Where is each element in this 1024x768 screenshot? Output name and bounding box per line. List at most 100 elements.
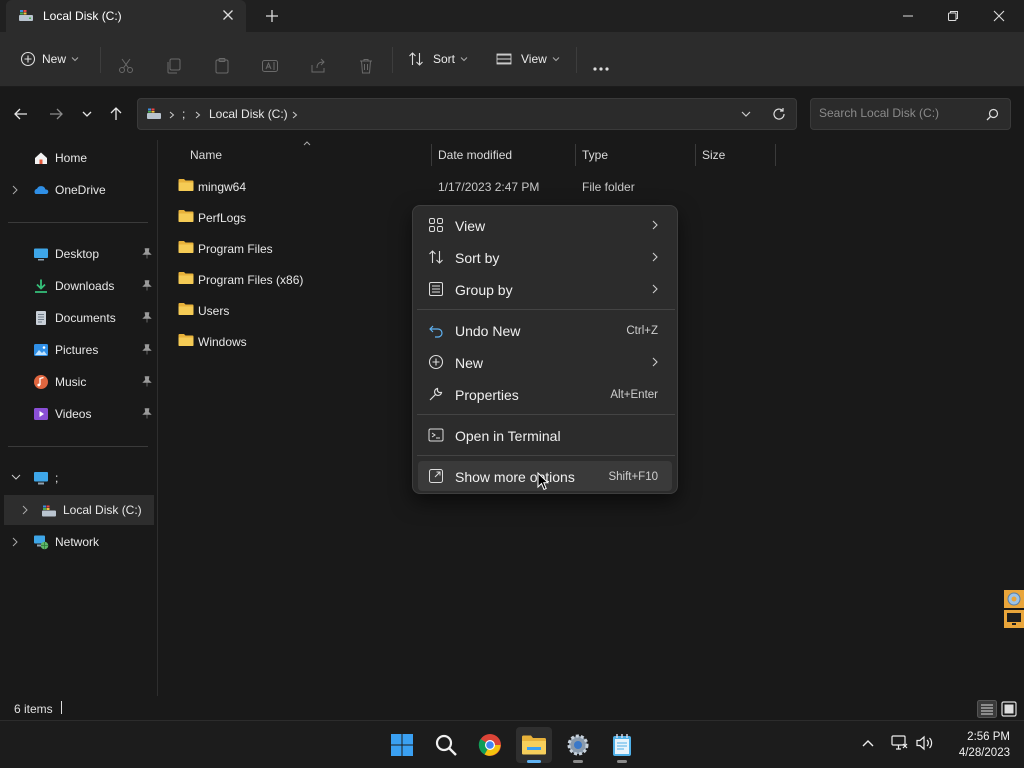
toolbar-divider: [100, 47, 101, 73]
home-icon: [35, 152, 47, 164]
sidebar-item-desktop[interactable]: Desktop: [4, 239, 154, 269]
search-input[interactable]: [819, 106, 979, 120]
sidebar-item-documents[interactable]: Documents: [4, 303, 154, 333]
chevron-right-icon[interactable]: [22, 505, 28, 515]
list-item[interactable]: mingw64 1/17/2023 2:47 PM File folder: [175, 172, 775, 200]
file-name: PerfLogs: [198, 211, 247, 225]
more-icon[interactable]: [591, 54, 611, 84]
sidebar-item-network[interactable]: Network: [4, 527, 154, 557]
chevron-right-icon[interactable]: [12, 537, 18, 547]
menu-item-open-in-terminal[interactable]: Open in Terminal: [418, 420, 672, 450]
file-explorer-icon: [522, 735, 546, 755]
column-divider[interactable]: [775, 144, 776, 166]
volume-icon[interactable]: [916, 735, 934, 751]
start-button[interactable]: [384, 727, 420, 763]
tab-local-disk[interactable]: Local Disk (C:): [6, 0, 246, 32]
folder-icon: [178, 179, 194, 191]
pin-icon[interactable]: [142, 280, 152, 291]
new-button[interactable]: New: [20, 44, 79, 74]
menu-item-undo-new[interactable]: Undo New Ctrl+Z: [418, 315, 672, 345]
sidebar-item-onedrive[interactable]: OneDrive: [4, 175, 154, 205]
close-icon[interactable]: [220, 7, 236, 23]
back-button[interactable]: [11, 104, 31, 124]
refresh-icon[interactable]: [772, 107, 786, 121]
address-bar[interactable]: ; Local Disk (C:): [137, 98, 797, 130]
chevron-down-icon: [552, 57, 560, 62]
up-button[interactable]: [106, 104, 126, 124]
menu-item-view[interactable]: View: [418, 210, 672, 240]
menu-item-group-by[interactable]: Group by: [418, 274, 672, 304]
sidebar-item-videos[interactable]: Videos: [4, 399, 154, 429]
taskbar-search-button[interactable]: [428, 727, 464, 763]
sort-ascending-icon: [303, 141, 311, 146]
column-header-name[interactable]: Name: [190, 148, 222, 162]
column-divider[interactable]: [575, 144, 576, 166]
restore-button[interactable]: [930, 0, 976, 32]
recent-locations-button[interactable]: [77, 104, 97, 124]
chevron-up-icon[interactable]: [862, 738, 874, 748]
onedrive-icon: [34, 186, 49, 194]
taskbar-app-file-explorer[interactable]: [516, 727, 552, 763]
navigation-pane: Home OneDrive Desktop Downloads Document…: [0, 140, 158, 696]
column-header-date[interactable]: Date modified: [438, 148, 512, 162]
pin-icon[interactable]: [142, 312, 152, 323]
minimize-button[interactable]: [885, 0, 931, 32]
edge-widget[interactable]: [1004, 590, 1024, 608]
close-window-button[interactable]: [976, 0, 1022, 32]
network-status-icon[interactable]: [891, 735, 909, 751]
running-indicator: [527, 760, 541, 763]
chevron-right-icon: [652, 357, 658, 367]
chevron-down-icon[interactable]: [11, 474, 21, 481]
menu-item-sort-by[interactable]: Sort by: [418, 242, 672, 272]
paste-icon[interactable]: [213, 51, 231, 81]
toolbar-divider: [392, 47, 393, 73]
plus-icon[interactable]: [264, 8, 280, 24]
column-divider[interactable]: [431, 144, 432, 166]
share-icon[interactable]: [309, 51, 327, 81]
folder-icon: [178, 334, 194, 346]
forward-button[interactable]: [46, 104, 66, 124]
chevron-down-icon[interactable]: [741, 110, 751, 118]
pin-icon[interactable]: [142, 376, 152, 387]
details-view-icon[interactable]: [977, 700, 997, 718]
breadcrumb-computer[interactable]: ;: [182, 107, 185, 121]
pin-icon[interactable]: [142, 344, 152, 355]
sidebar-item-this-pc[interactable]: ;: [4, 463, 154, 493]
menu-item-properties[interactable]: Properties Alt+Enter: [418, 379, 672, 409]
delete-icon[interactable]: [357, 51, 375, 81]
column-divider[interactable]: [695, 144, 696, 166]
edge-widget[interactable]: [1004, 610, 1024, 628]
group-icon: [429, 282, 443, 296]
sidebar-item-home[interactable]: Home: [4, 143, 154, 173]
chevron-right-icon[interactable]: [12, 185, 18, 195]
pin-icon[interactable]: [142, 408, 152, 419]
file-type: File folder: [582, 180, 635, 194]
cut-icon[interactable]: [117, 51, 135, 81]
copy-icon[interactable]: [165, 51, 183, 81]
view-button[interactable]: View: [496, 44, 560, 74]
restore-icon: [948, 11, 958, 21]
sidebar-item-music[interactable]: Music: [4, 367, 154, 397]
menu-item-new[interactable]: New: [418, 347, 672, 377]
breadcrumb-local-disk[interactable]: Local Disk (C:): [209, 107, 288, 121]
folder-icon: [178, 241, 194, 253]
taskbar-app-settings[interactable]: [560, 727, 596, 763]
rename-icon[interactable]: [261, 51, 279, 81]
minimize-icon: [903, 15, 913, 17]
clock[interactable]: 2:56 PM 4/28/2023: [946, 729, 1010, 761]
taskbar-app-notepad[interactable]: [604, 727, 640, 763]
pin-icon[interactable]: [142, 248, 152, 259]
videos-icon: [34, 408, 48, 420]
search-icon[interactable]: [986, 108, 999, 121]
sidebar-item-pictures[interactable]: Pictures: [4, 335, 154, 365]
sort-button[interactable]: Sort: [408, 44, 468, 74]
column-header-type[interactable]: Type: [582, 148, 608, 162]
taskbar-app-chrome[interactable]: [472, 727, 508, 763]
sidebar-item-downloads[interactable]: Downloads: [4, 271, 154, 301]
column-header-size[interactable]: Size: [702, 148, 725, 162]
sidebar-item-local-disk[interactable]: Local Disk (C:): [4, 495, 154, 525]
command-bar: New Sort View: [0, 32, 1024, 87]
tiles-view-icon[interactable]: [1000, 700, 1018, 718]
search-box[interactable]: [810, 98, 1011, 130]
sort-icon: [409, 52, 423, 66]
